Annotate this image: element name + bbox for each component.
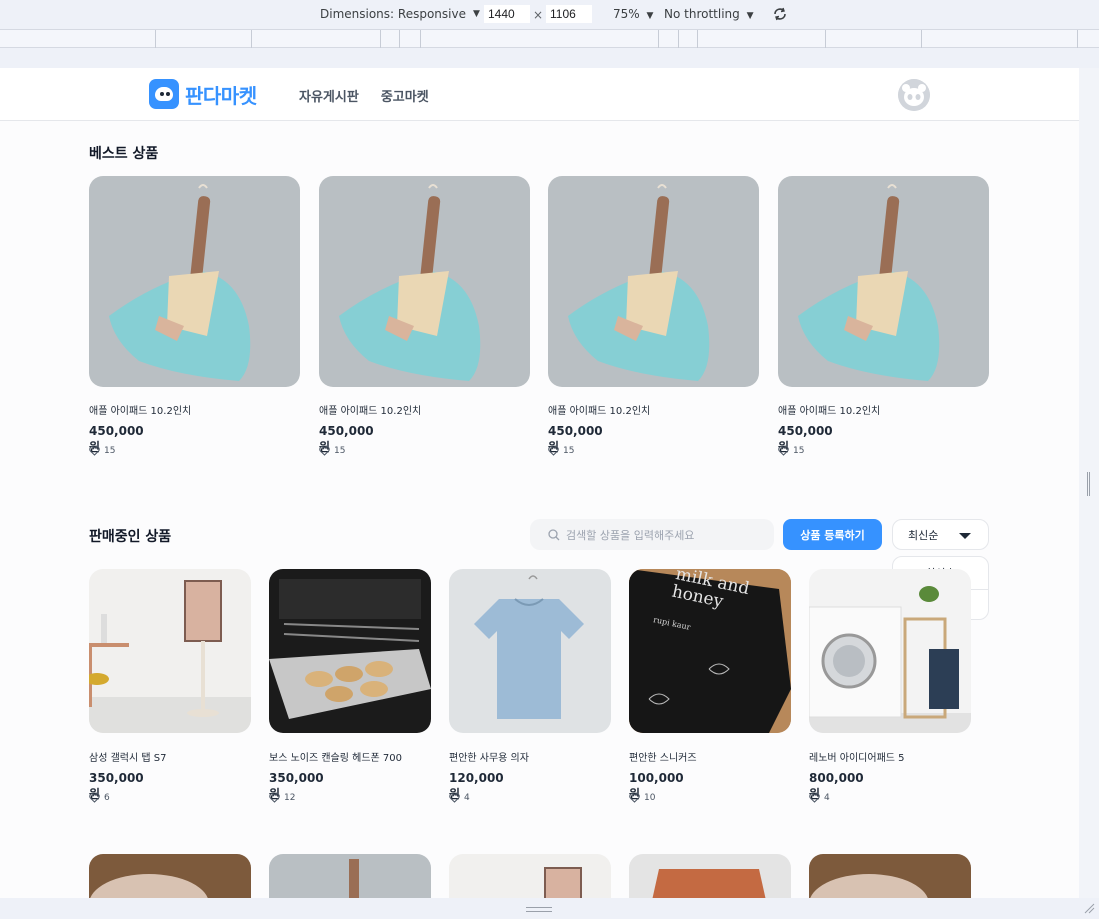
likes: 12 xyxy=(269,793,295,803)
product-name: 레노버 아이디어패드 5 xyxy=(809,753,905,764)
like-count: 4 xyxy=(464,793,470,803)
caret-down-icon: ▼ xyxy=(746,11,754,21)
like-count: 12 xyxy=(284,793,296,803)
resize-corner-icon[interactable] xyxy=(1083,902,1095,914)
dimensions-label: Dimensions: Responsive xyxy=(320,7,466,21)
product-name: 애플 아이패드 10.2인치 xyxy=(548,406,651,417)
product-name: 애플 아이패드 10.2인치 xyxy=(89,406,192,417)
nav-free-board[interactable]: 자유게시판 xyxy=(299,86,359,105)
heart-icon[interactable] xyxy=(269,793,280,803)
likes: 15 xyxy=(319,446,345,456)
product-name: 애플 아이패드 10.2인치 xyxy=(319,406,422,417)
product-image xyxy=(89,569,251,733)
product-name: 애플 아이패드 10.2인치 xyxy=(778,406,881,417)
heart-icon[interactable] xyxy=(809,793,820,803)
panda-logo-icon xyxy=(149,79,179,109)
heart-icon[interactable] xyxy=(548,446,559,456)
times-sign: × xyxy=(533,8,544,22)
like-count: 15 xyxy=(104,446,116,456)
onsale-section-title: 판매중인 상품 xyxy=(89,529,172,545)
product-image: milk and honey rupi kaur xyxy=(629,569,791,733)
likes: 15 xyxy=(548,446,574,456)
product-image xyxy=(548,176,759,387)
like-count: 10 xyxy=(644,793,656,803)
product-image xyxy=(809,854,971,898)
likes: 4 xyxy=(809,793,830,803)
heart-icon[interactable] xyxy=(89,793,100,803)
register-product-button[interactable]: 상품 등록하기 xyxy=(783,519,882,550)
devtools-device-toolbar: Dimensions: Responsive ▼ × 75% ▼ No thro… xyxy=(0,0,1099,68)
heart-icon[interactable] xyxy=(319,446,330,456)
search-input[interactable]: 검색할 상품을 입력해주세요 xyxy=(566,527,694,543)
likes: 15 xyxy=(778,446,804,456)
dimensions-dropdown[interactable]: Dimensions: Responsive ▼ xyxy=(320,7,480,21)
product-image xyxy=(629,854,791,898)
heart-icon[interactable] xyxy=(629,793,640,803)
throttling-label: No throttling xyxy=(664,7,740,21)
rotate-icon[interactable] xyxy=(771,5,789,23)
like-count: 6 xyxy=(104,793,110,803)
device-toolbar: Dimensions: Responsive ▼ × 75% ▼ No thro… xyxy=(0,0,1099,29)
search-icon xyxy=(548,528,560,540)
product-image xyxy=(778,176,989,387)
like-count: 15 xyxy=(793,446,805,456)
product-image xyxy=(269,854,431,898)
likes: 15 xyxy=(89,446,115,456)
like-count: 15 xyxy=(563,446,575,456)
zoom-label: 75% xyxy=(613,7,640,21)
heart-icon[interactable] xyxy=(89,446,100,456)
avatar[interactable] xyxy=(898,79,930,111)
height-input[interactable] xyxy=(546,5,592,23)
product-image xyxy=(319,176,530,387)
like-count: 15 xyxy=(334,446,346,456)
best-section-title: 베스트 상품 xyxy=(89,146,159,162)
product-name: 보스 노이즈 캔슬링 헤드폰 700 xyxy=(269,753,403,764)
zoom-dropdown[interactable]: 75% ▼ xyxy=(613,7,653,21)
sort-selected: 최신순 xyxy=(908,528,939,542)
page-viewport: 판다마켓 자유게시판 중고마켓 베스트 상품 애플 아이패드 10.2인치 45… xyxy=(0,68,1079,898)
width-input[interactable] xyxy=(484,5,530,23)
product-image xyxy=(269,569,431,733)
nav-used-market[interactable]: 중고마켓 xyxy=(381,86,429,105)
main-nav: 자유게시판 중고마켓 xyxy=(299,86,429,105)
likes: 4 xyxy=(449,793,470,803)
likes: 10 xyxy=(629,793,655,803)
logo-text: 판다마켓 xyxy=(185,83,257,108)
sort-dropdown[interactable]: 최신순 xyxy=(892,519,989,550)
site-header: 판다마켓 자유게시판 중고마켓 xyxy=(0,68,1079,121)
caret-down-icon xyxy=(959,533,971,539)
resize-handle-bottom[interactable] xyxy=(526,907,552,912)
logo[interactable]: 판다마켓 xyxy=(149,79,257,109)
throttling-dropdown[interactable]: No throttling ▼ xyxy=(664,7,754,21)
like-count: 4 xyxy=(824,793,830,803)
media-query-ruler xyxy=(0,29,1099,48)
product-name: 편안한 사무용 의자 xyxy=(449,753,529,764)
likes: 6 xyxy=(89,793,110,803)
product-image xyxy=(89,176,300,387)
search-bar[interactable]: 검색할 상품을 입력해주세요 xyxy=(530,519,774,550)
product-image xyxy=(89,854,251,898)
heart-icon[interactable] xyxy=(778,446,789,456)
user-icon xyxy=(898,79,930,111)
product-image xyxy=(449,569,611,733)
product-image xyxy=(809,569,971,733)
resize-handle-right[interactable] xyxy=(1087,472,1090,496)
caret-down-icon: ▼ xyxy=(472,9,480,19)
product-name: 편안한 스니커즈 xyxy=(629,753,697,764)
heart-icon[interactable] xyxy=(449,793,460,803)
caret-down-icon: ▼ xyxy=(646,11,654,21)
product-name: 삼성 갤럭시 탭 S7 xyxy=(89,753,167,764)
product-image xyxy=(449,854,611,898)
